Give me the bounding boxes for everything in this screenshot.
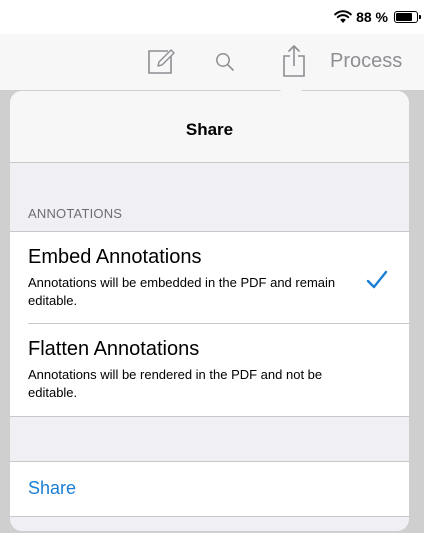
process-button[interactable]: Process (330, 50, 402, 73)
search-icon (216, 53, 234, 71)
popover-title: Share (185, 120, 234, 139)
option-embed-annotations[interactable]: Embed Annotations Annotations will be em… (10, 232, 409, 324)
edit-icon (148, 49, 175, 74)
annotations-options: Embed Annotations Annotations will be em… (10, 231, 409, 417)
option-flatten-annotations[interactable]: Flatten Annotations Annotations will be … (10, 324, 409, 416)
share-icon (283, 45, 305, 77)
option-title: Embed Annotations (28, 246, 202, 268)
option-title: Flatten Annotations (28, 338, 200, 360)
battery-nub (419, 15, 421, 19)
popover-arrow (280, 80, 302, 91)
battery-percentage: 88 % (356, 9, 388, 25)
share-action-group: Share (10, 461, 409, 517)
checkmark-icon (366, 270, 388, 289)
status-bar: 88 % (0, 0, 424, 34)
option-description: Annotations will be rendered in the PDF … (28, 367, 323, 400)
share-button[interactable] (278, 40, 310, 82)
share-action-button[interactable]: Share (28, 478, 76, 499)
toolbar: Process (0, 34, 424, 90)
battery-icon (394, 11, 421, 23)
wifi-icon (334, 10, 352, 23)
battery-level-fill (396, 13, 412, 21)
section-header-annotations: ANNOTATIONS (28, 206, 123, 221)
search-button[interactable] (210, 47, 240, 77)
edit-button[interactable] (143, 45, 179, 79)
option-description: Annotations will be embedded in the PDF … (28, 275, 336, 308)
share-popover: Share ANNOTATIONS Embed Annotations Anno… (10, 91, 409, 531)
popover-header: Share (10, 91, 409, 163)
status-indicators: 88 % (334, 9, 421, 25)
